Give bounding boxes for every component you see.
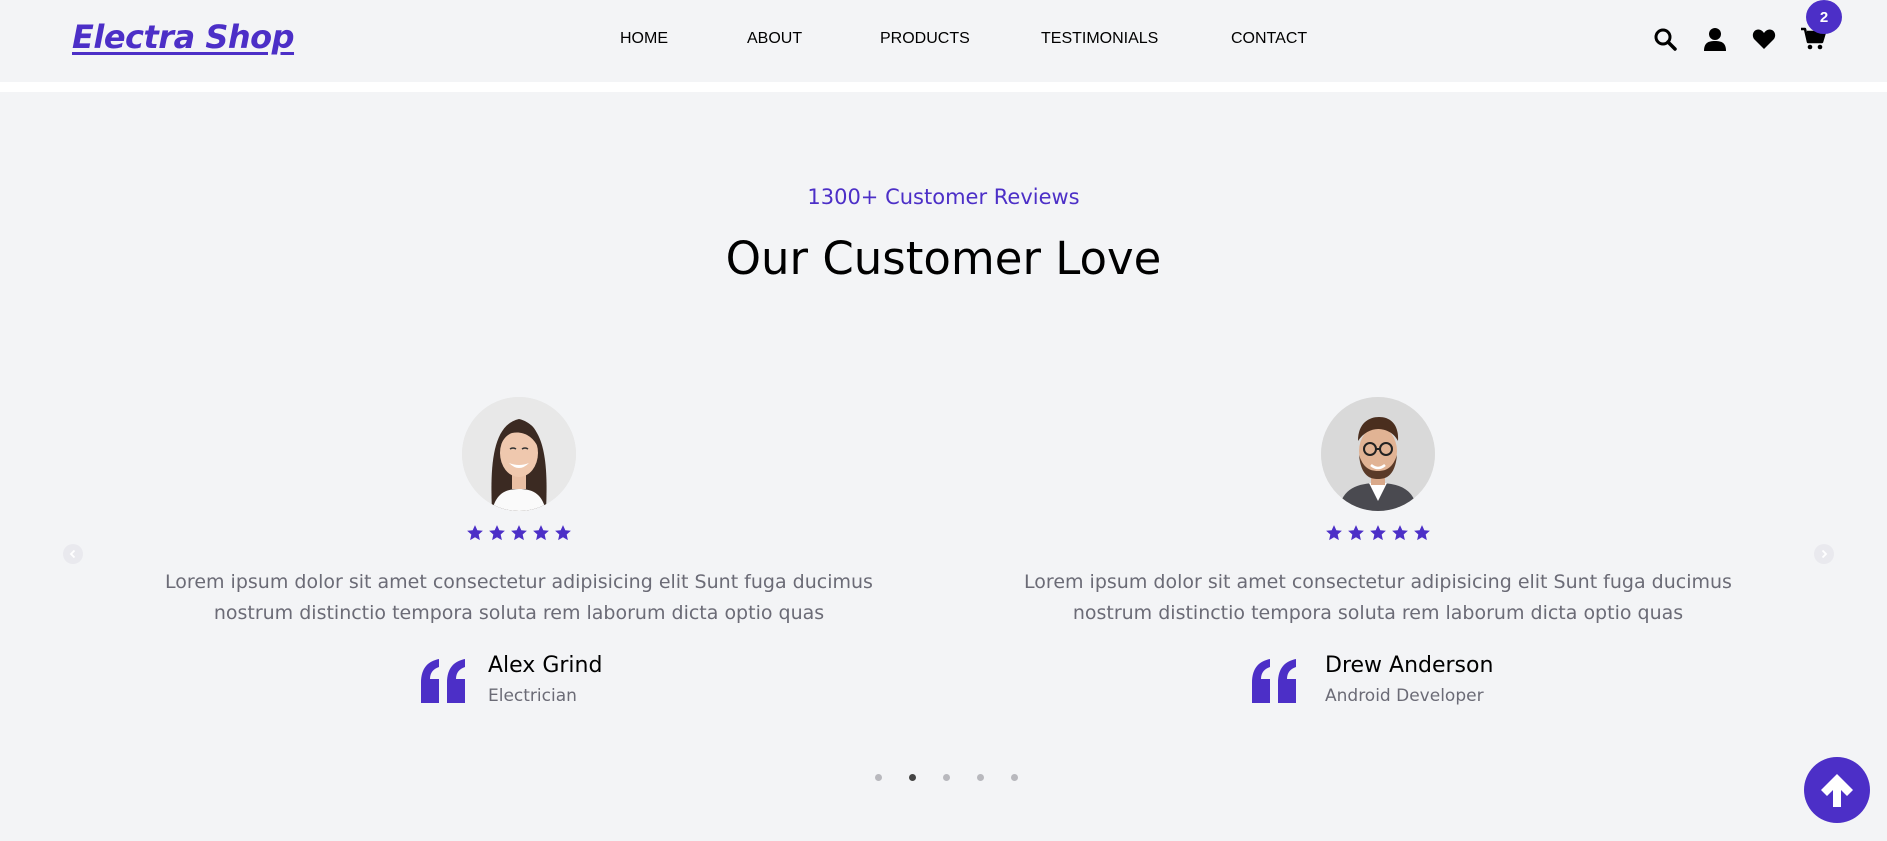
review-text: Lorem ipsum dolor sit amet consectetur a…	[165, 571, 873, 624]
user-icon	[1704, 28, 1726, 51]
rating-stars	[988, 524, 1768, 546]
customer-name: Alex Grind	[488, 653, 603, 678]
nav-about[interactable]: ABOUT	[747, 30, 802, 48]
carousel-dot[interactable]	[909, 774, 916, 781]
carousel-prev-button[interactable]	[63, 544, 83, 564]
nav-testimonials[interactable]: TESTIMONIALS	[1041, 30, 1158, 48]
arrow-up-icon	[1821, 774, 1853, 807]
avatar	[462, 397, 576, 511]
customer-role: Electrician	[488, 686, 577, 706]
star-icon	[1325, 524, 1343, 546]
search-button[interactable]	[1651, 25, 1679, 53]
star-icon	[1369, 524, 1387, 546]
carousel-dot[interactable]	[977, 774, 984, 781]
star-icon	[554, 524, 572, 546]
star-icon	[510, 524, 528, 546]
header-divider	[0, 82, 1887, 92]
chevron-right-icon	[1821, 549, 1828, 559]
carousel-next-button[interactable]	[1814, 544, 1834, 564]
main-nav: HOME ABOUT PRODUCTS TESTIMONIALS CONTACT	[0, 30, 1887, 50]
carousel-dot[interactable]	[1011, 774, 1018, 781]
star-icon	[532, 524, 550, 546]
nav-home[interactable]: HOME	[620, 30, 668, 48]
nav-contact[interactable]: CONTACT	[1231, 30, 1307, 48]
quote-icon	[421, 659, 465, 703]
section-title: Our Customer Love	[725, 232, 1162, 285]
star-icon	[466, 524, 484, 546]
avatar	[1321, 397, 1435, 511]
heart-icon	[1752, 29, 1776, 49]
customer-photo-woman	[462, 397, 576, 511]
customer-role: Android Developer	[1325, 686, 1484, 706]
carousel-dot[interactable]	[875, 774, 882, 781]
search-icon	[1654, 28, 1677, 51]
star-icon	[1347, 524, 1365, 546]
wishlist-button[interactable]	[1750, 25, 1778, 53]
star-icon	[488, 524, 506, 546]
cart-count-badge: 2	[1806, 0, 1842, 34]
back-to-top-button[interactable]	[1804, 757, 1870, 823]
site-header: Electra Shop HOME ABOUT PRODUCTS TESTIMO…	[0, 0, 1887, 82]
quote-icon	[1252, 659, 1296, 703]
chevron-left-icon	[69, 549, 76, 559]
customer-name: Drew Anderson	[1325, 653, 1494, 678]
nav-products[interactable]: PRODUCTS	[880, 30, 970, 48]
account-button[interactable]	[1701, 25, 1729, 53]
carousel-dot[interactable]	[943, 774, 950, 781]
rating-stars	[129, 524, 909, 546]
star-icon	[1413, 524, 1431, 546]
customer-photo-man	[1321, 397, 1435, 511]
section-subtitle: 1300+ Customer Reviews	[807, 185, 1080, 209]
star-icon	[1391, 524, 1409, 546]
review-text: Lorem ipsum dolor sit amet consectetur a…	[1024, 571, 1732, 624]
